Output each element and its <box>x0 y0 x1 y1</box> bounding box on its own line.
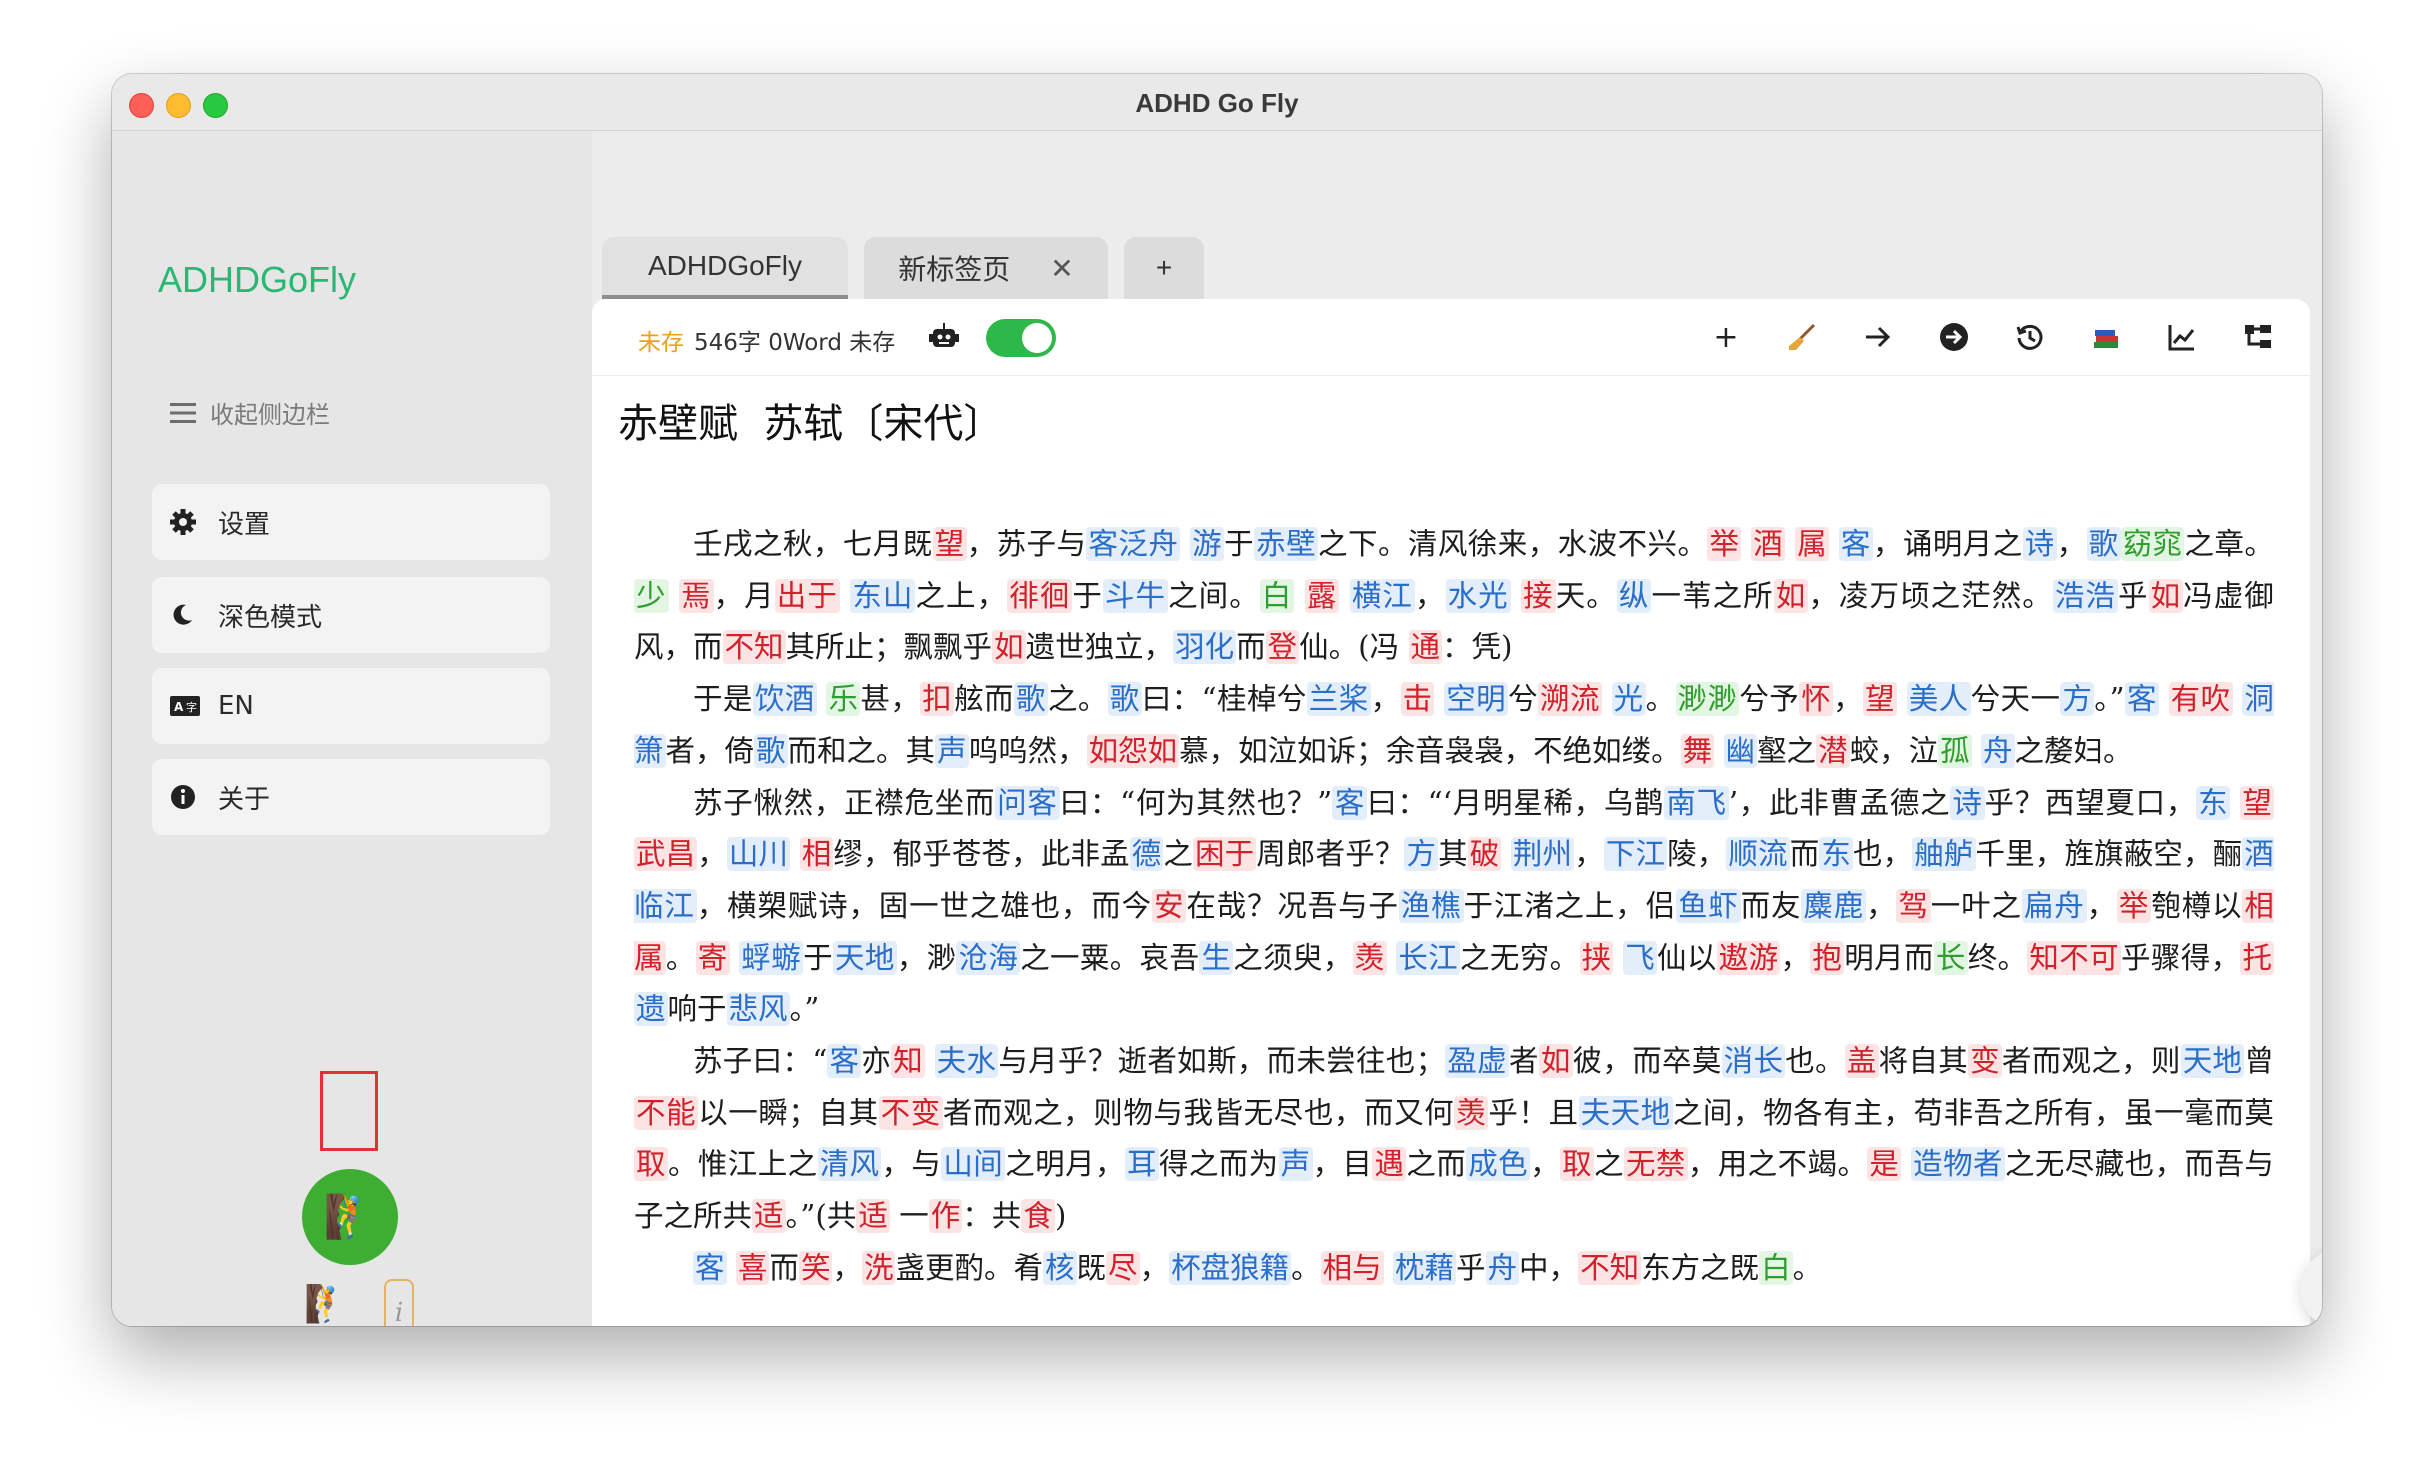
moon-icon <box>170 603 218 627</box>
history-icon[interactable] <box>2014 319 2046 355</box>
document-panel: 未存 546字 0Word 未存 + 赤壁赋 苏轼〔宋代〕 壬戌之秋，七月既望，… <box>592 299 2310 1326</box>
highlight-frame <box>320 1071 378 1151</box>
paragraph: 壬戌之秋，七月既望，苏子与客泛舟 游于赤壁之下。清风徐来，水波不兴。举 酒 属 … <box>634 527 2274 665</box>
climber-icon: 🧗 <box>323 1192 377 1241</box>
about-button[interactable]: 关于 <box>152 759 550 835</box>
climber-small-icon[interactable]: 🧗 <box>304 1283 349 1325</box>
window-title: ADHD Go Fly <box>1135 88 1299 118</box>
language-icon: A 字 <box>170 696 218 716</box>
document-title: 赤壁赋 苏轼〔宋代〕 <box>618 401 1004 447</box>
collapse-sidebar-button[interactable]: 收起侧边栏 <box>170 395 330 430</box>
info-circle-icon <box>170 784 218 810</box>
books-icon[interactable] <box>2090 319 2122 355</box>
paragraph: 客 喜而笑，洗盏更酌。肴核既尽，杯盘狼籍。相与 枕藉乎舟中，不知东方之既白。 <box>693 1250 1823 1285</box>
add-icon[interactable]: + <box>1710 319 1742 355</box>
settings-label: 设置 <box>218 509 271 540</box>
paragraph: 于是饮酒 乐甚，扣舷而歌之。歌曰：“桂棹兮兰桨，击 空明兮溯流 光。渺渺兮予怀，… <box>634 682 2274 768</box>
info-button[interactable]: i <box>384 1279 414 1326</box>
dark-mode-label: 深色模式 <box>218 602 323 633</box>
editor-toolbar: 未存 546字 0Word 未存 + <box>592 299 2310 376</box>
tree-structure-icon[interactable] <box>2242 319 2274 355</box>
language-button[interactable]: A 字 EN <box>152 668 550 744</box>
sidebar: ADHDGoFly 收起侧边栏 设置 深色模式 A 字 EN 关于 🧗 🧗 i <box>112 131 592 1326</box>
tab-label: 新标签页 <box>898 254 1011 285</box>
focus-mode-avatar-button[interactable]: 🧗 <box>302 1169 398 1265</box>
robot-icon[interactable] <box>928 321 960 357</box>
ai-toggle-switch[interactable] <box>986 319 1056 357</box>
collapse-sidebar-label: 收起侧边栏 <box>210 401 330 429</box>
language-label: EN <box>218 691 254 721</box>
toolbar-tools: + <box>1710 319 2274 355</box>
paragraph: 苏子愀然，正襟危坐而问客曰：“何为其然也？”客曰：“‘月明星稀，乌鹊南飞’，此非… <box>634 785 2274 1027</box>
tab-new-tab[interactable]: 新标签页 ✕ <box>864 237 1108 299</box>
dark-mode-button[interactable]: 深色模式 <box>152 577 550 653</box>
svg-text:A: A <box>174 700 184 714</box>
paragraph: 苏子曰：“客亦知 夫水与月乎？逝者如斯，而未尝往也；盈虚者如彼，而卒莫消长也。盖… <box>634 1044 2274 1234</box>
about-label: 关于 <box>218 784 271 815</box>
close-tab-icon[interactable]: ✕ <box>1050 252 1073 285</box>
brand-logo-text[interactable]: ADHDGoFly <box>158 259 356 301</box>
tab-adhdgofly[interactable]: ADHDGoFly <box>602 237 848 299</box>
add-tab-button[interactable]: + <box>1124 237 1204 299</box>
main-area: ADHDGoFly 新标签页 ✕ + 未存 546字 0Word 未存 + 赤壁… <box>592 131 2322 1326</box>
hamburger-icon <box>170 402 196 423</box>
status-text: 未存 546字 0Word 未存 <box>638 323 895 357</box>
tab-label: ADHDGoFly <box>647 250 802 281</box>
broom-icon[interactable] <box>1786 319 1818 355</box>
title-bar: ADHD Go Fly <box>112 74 2322 131</box>
chart-icon[interactable] <box>2166 319 2198 355</box>
gear-icon <box>170 509 218 535</box>
app-window: ADHD Go Fly ADHDGoFly 收起侧边栏 设置 深色模式 A 字 … <box>112 74 2322 1326</box>
svg-text:字: 字 <box>186 700 197 714</box>
unsaved-tag: 未存 <box>638 330 684 356</box>
settings-button[interactable]: 设置 <box>152 484 550 560</box>
word-stats: 546字 0Word 未存 <box>694 330 896 356</box>
document-body[interactable]: 壬戌之秋，七月既望，苏子与客泛舟 游于赤壁之下。清风徐来，水波不兴。举 酒 属 … <box>634 519 2274 1295</box>
arrow-right-icon[interactable] <box>1862 319 1894 355</box>
toggle-knob <box>1022 323 1052 353</box>
circle-arrow-icon[interactable] <box>1938 319 1970 355</box>
